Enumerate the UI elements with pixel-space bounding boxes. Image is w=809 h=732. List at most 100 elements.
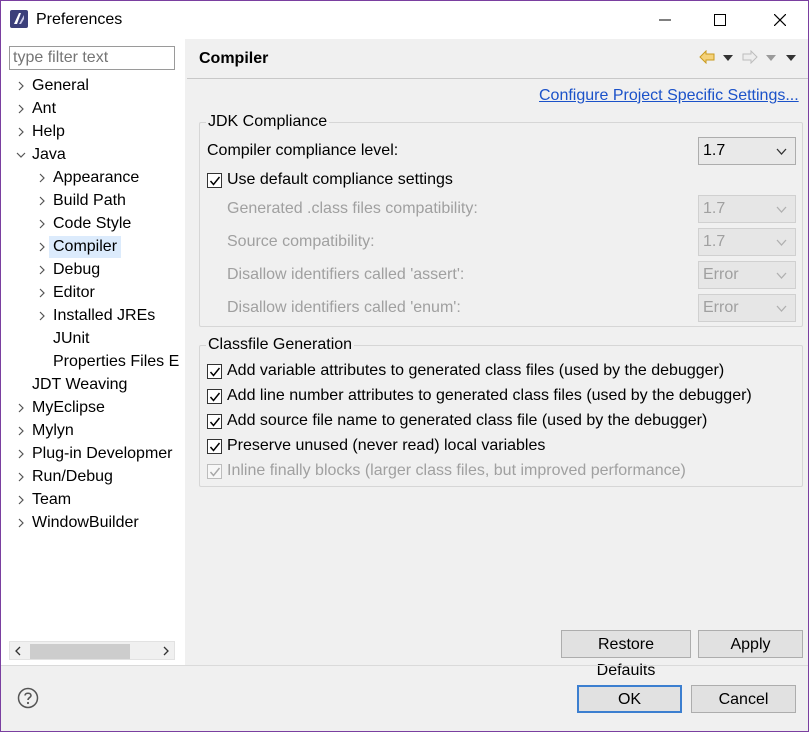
chevron-right-icon[interactable] (15, 98, 27, 120)
sidebar-item-label: Team (32, 491, 72, 508)
sidebar-item[interactable]: Compiler (1, 236, 185, 258)
chevron-down-icon[interactable] (15, 144, 27, 166)
sidebar-item[interactable]: Debug (1, 259, 185, 281)
assert-value: Error (703, 266, 739, 283)
classfile-option-checkbox[interactable] (207, 414, 222, 429)
apply-button[interactable]: Apply (698, 630, 803, 658)
sidebar-item-label: Installed JREs (53, 307, 156, 324)
sidebar-item[interactable]: JUnit (1, 328, 185, 350)
sidebar-item[interactable]: General (1, 75, 185, 97)
generated-compat-select[interactable]: 1.7 (698, 195, 796, 223)
close-icon (774, 14, 786, 26)
back-arrow-icon[interactable] (699, 50, 715, 64)
source-compat-value: 1.7 (703, 233, 726, 250)
assert-select[interactable]: Error (698, 261, 796, 289)
preferences-sidebar: General Ant Help Java Appearance Build Path Co… (1, 39, 185, 665)
sidebar-item[interactable]: Properties Files E (1, 351, 185, 373)
sidebar-horizontal-scrollbar[interactable] (9, 641, 175, 660)
sidebar-item[interactable]: Java (1, 144, 185, 166)
eclipse-icon (10, 10, 28, 28)
checkmark-icon (209, 367, 221, 377)
chevron-right-icon[interactable] (15, 466, 27, 488)
sidebar-item[interactable]: Team (1, 489, 185, 511)
checkmark-icon (209, 442, 221, 452)
source-compat-select[interactable]: 1.7 (698, 228, 796, 256)
configure-project-settings-link[interactable]: Configure Project Specific Settings... (539, 87, 799, 105)
chevron-right-icon[interactable] (15, 489, 27, 511)
chevron-right-icon[interactable] (36, 259, 48, 281)
sidebar-item-label: MyEclipse (32, 399, 105, 416)
minimize-button[interactable] (642, 1, 688, 39)
forward-arrow-icon[interactable] (742, 50, 758, 64)
sidebar-item[interactable]: Appearance (1, 167, 185, 189)
chevron-right-icon[interactable] (15, 443, 27, 465)
maximize-icon (714, 14, 726, 26)
sidebar-item-label: Help (32, 123, 65, 140)
help-icon[interactable] (17, 687, 39, 709)
enum-select[interactable]: Error (698, 294, 796, 322)
sidebar-item[interactable]: Mylyn (1, 420, 185, 442)
classfile-option-checkbox[interactable] (207, 364, 222, 379)
page-header: Compiler (187, 39, 808, 79)
chevron-right-icon[interactable] (36, 236, 48, 258)
sidebar-item[interactable]: Ant (1, 98, 185, 120)
classfile-option-checkbox[interactable] (207, 439, 222, 454)
sidebar-item[interactable]: Editor (1, 282, 185, 304)
chevron-right-icon[interactable] (36, 282, 48, 304)
cancel-button[interactable]: Cancel (691, 685, 796, 713)
classfile-option-checkbox[interactable] (207, 389, 222, 404)
scrollbar-thumb[interactable] (30, 644, 130, 659)
view-menu-icon[interactable] (786, 55, 796, 61)
sidebar-item[interactable]: Build Path (1, 190, 185, 212)
page-title: Compiler (199, 50, 269, 67)
preferences-window: Preferences General Ant Help Java Appearance… (0, 0, 809, 732)
compliance-level-select[interactable]: 1.7 (698, 137, 796, 165)
chevron-right-icon[interactable] (36, 305, 48, 327)
generated-compat-label: Generated .class files compatibility: (227, 200, 478, 217)
chevron-right-icon[interactable] (15, 420, 27, 442)
sidebar-item-label: Ant (32, 100, 57, 117)
jdk-compliance-title: JDK Compliance (206, 113, 330, 131)
sidebar-item[interactable]: JDT Weaving (1, 374, 185, 396)
classfile-option-checkbox (207, 464, 222, 479)
ok-button[interactable]: OK (577, 685, 682, 713)
maximize-button[interactable] (697, 1, 743, 39)
sidebar-item-label: Plug-in Developmer (32, 445, 173, 462)
chevron-right-icon[interactable] (36, 167, 48, 189)
sidebar-item[interactable]: Plug-in Developmer (1, 443, 185, 465)
restore-defaults-button[interactable]: Restore Defaults (561, 630, 691, 679)
checkmark-icon (209, 392, 221, 402)
chevron-right-icon[interactable] (36, 190, 48, 212)
sidebar-item-label: Java (32, 146, 66, 163)
forward-dropdown-icon[interactable] (766, 55, 776, 61)
sidebar-item[interactable]: Help (1, 121, 185, 143)
sidebar-item-label: Compiler (49, 236, 122, 258)
sidebar-item[interactable]: Installed JREs (1, 305, 185, 327)
minimize-icon (659, 19, 671, 21)
chevron-right-icon[interactable] (36, 213, 48, 235)
chevron-right-icon[interactable] (15, 75, 27, 97)
close-button[interactable] (757, 1, 803, 39)
use-default-checkbox[interactable] (207, 173, 222, 188)
chevron-down-icon (776, 206, 787, 213)
sidebar-item[interactable]: WindowBuilder (1, 512, 185, 534)
chevron-down-icon (776, 305, 787, 312)
chevron-right-icon[interactable] (15, 397, 27, 419)
scroll-right-icon[interactable] (162, 646, 170, 656)
back-dropdown-icon[interactable] (723, 55, 733, 61)
generated-compat-value: 1.7 (703, 200, 726, 217)
chevron-right-icon[interactable] (15, 512, 27, 534)
sidebar-item-label: Mylyn (32, 422, 74, 439)
filter-input[interactable] (9, 46, 175, 70)
sidebar-item[interactable]: MyEclipse (1, 397, 185, 419)
classfile-option-label: Add line number attributes to generated … (227, 387, 752, 404)
compliance-level-value: 1.7 (703, 142, 726, 159)
assert-label: Disallow identifiers called 'assert': (227, 266, 465, 283)
window-title: Preferences (36, 11, 123, 28)
sidebar-item[interactable]: Run/Debug (1, 466, 185, 488)
footer-divider (1, 665, 808, 666)
sidebar-item[interactable]: Code Style (1, 213, 185, 235)
scroll-left-icon[interactable] (14, 646, 22, 656)
classfile-option-label: Add variable attributes to generated cla… (227, 362, 725, 379)
chevron-right-icon[interactable] (15, 121, 27, 143)
